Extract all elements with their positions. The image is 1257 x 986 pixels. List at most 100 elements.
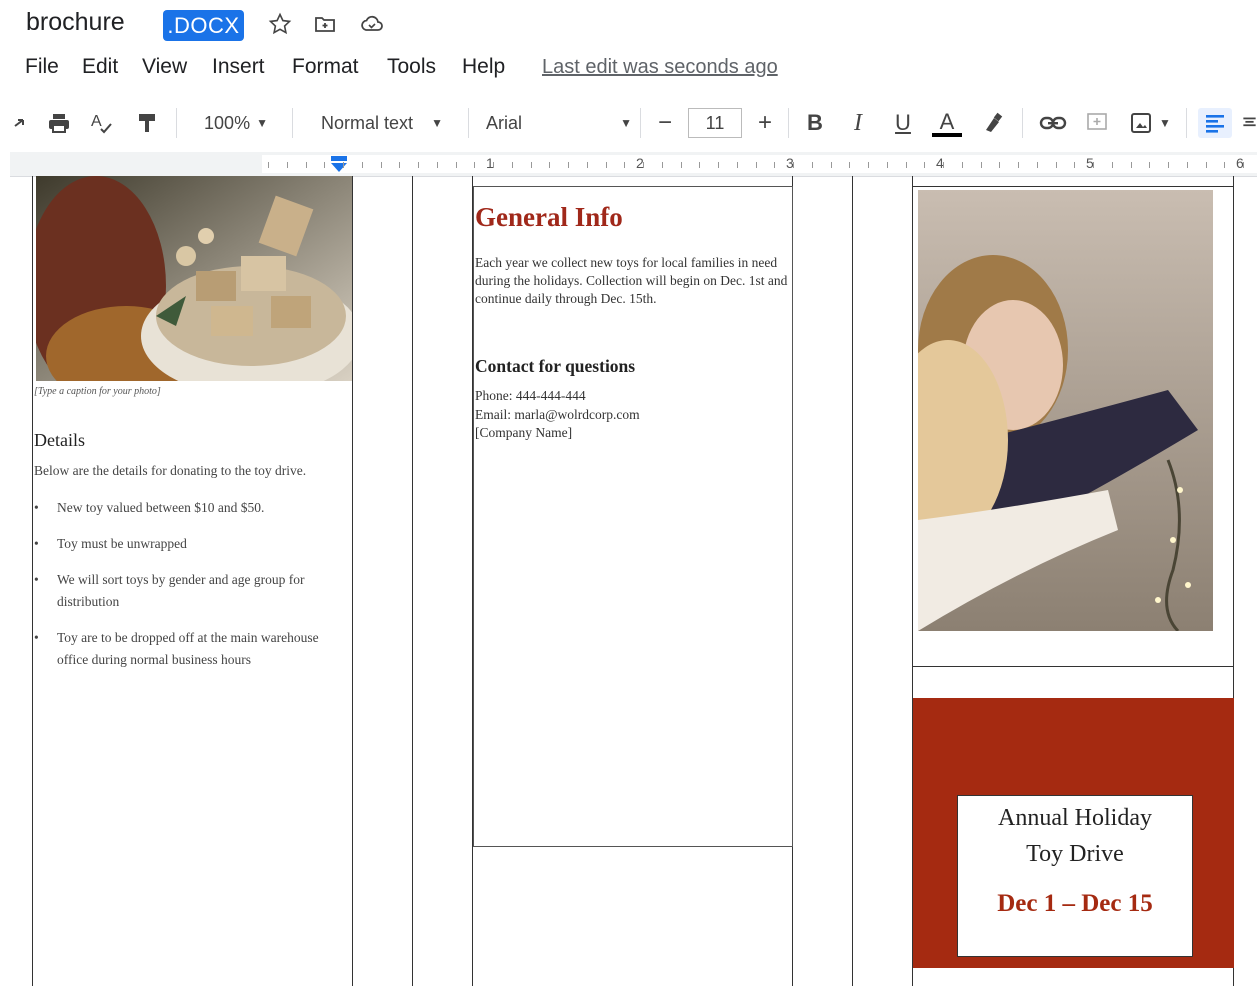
ruler-tick [1243, 162, 1244, 168]
column-border [32, 176, 33, 986]
ruler-tick [681, 162, 682, 168]
align-center-icon[interactable] [1242, 108, 1257, 138]
comment-icon[interactable] [1082, 108, 1112, 138]
italic-button[interactable]: I [843, 108, 873, 138]
ruler-tick [1131, 162, 1132, 168]
column-border [412, 176, 413, 986]
highlight-icon[interactable] [978, 108, 1008, 138]
menu-format[interactable]: Format [292, 55, 359, 79]
font-size-input[interactable]: 11 [688, 108, 742, 138]
cover-title-line: Annual Holiday [998, 805, 1152, 831]
list-item: • New toy valued between $10 and $50. [34, 497, 344, 519]
ruler-tick [512, 162, 513, 168]
cover-title-card: Annual Holiday Toy Drive Dec 1 – Dec 15 [957, 795, 1193, 957]
list-item-text: Toy are to be dropped off at the main wa… [57, 630, 319, 667]
ruler-tick [943, 162, 944, 168]
column-border [352, 176, 353, 986]
ruler-tick [531, 162, 532, 168]
link-icon[interactable] [1036, 108, 1070, 138]
zoom-select[interactable]: 100% ▼ [190, 108, 282, 138]
cover-title-line: Toy Drive [1026, 841, 1124, 867]
ruler-tick [718, 162, 719, 168]
align-left-icon[interactable] [1198, 108, 1232, 138]
contact-email[interactable]: Email: marla@wolrdcorp.com [475, 407, 640, 423]
increase-font-size-button[interactable]: + [750, 108, 780, 138]
font-select[interactable]: Arial ▼ [486, 108, 636, 138]
print-icon[interactable] [44, 108, 74, 138]
paint-format-icon[interactable] [132, 108, 162, 138]
menu-insert[interactable]: Insert [212, 55, 265, 79]
menu-view[interactable]: View [142, 55, 187, 79]
ruler-tick [1149, 162, 1150, 168]
document-title[interactable]: brochure [26, 8, 125, 37]
ruler-tick [793, 162, 794, 168]
ruler-tick [624, 162, 625, 168]
list-item-text: We will sort toys by gender and age grou… [57, 572, 305, 609]
redo-icon[interactable] [8, 108, 34, 138]
general-info-heading: General Info [475, 202, 623, 232]
menu-help[interactable]: Help [462, 55, 505, 79]
ruler-tick [699, 162, 700, 168]
chevron-down-icon: ▼ [1159, 116, 1171, 130]
list-item: • We will sort toys by gender and age gro… [34, 569, 344, 613]
ruler-tick [924, 162, 925, 168]
children-lights-photo[interactable] [918, 190, 1213, 631]
insert-image-icon[interactable]: ▼ [1124, 108, 1176, 138]
list-item: • Toy are to be dropped off at the main w… [34, 627, 344, 671]
ruler-tick [493, 162, 494, 168]
photo-caption[interactable]: [Type a caption for your photo] [34, 386, 161, 397]
list-item-text: New toy valued between $10 and $50. [57, 500, 265, 515]
ruler-tick [737, 162, 738, 168]
ruler-tick [456, 162, 457, 168]
ruler-tick [324, 162, 325, 168]
menu-edit[interactable]: Edit [82, 55, 118, 79]
ruler-tick [568, 162, 569, 168]
indent-marker-icon[interactable] [329, 155, 349, 173]
cover-dates: Dec 1 – Dec 15 [997, 890, 1153, 917]
text-color-letter: A [939, 109, 955, 134]
ruler-tick [606, 162, 607, 168]
paragraph-style-value: Normal text [321, 112, 414, 133]
font-value: Arial [486, 112, 523, 133]
ruler-tick [812, 162, 813, 168]
star-icon[interactable] [266, 10, 294, 38]
file-type-badge: .DOCX [163, 10, 244, 41]
ruler-tick [1224, 162, 1225, 168]
ruler-tick [1168, 162, 1169, 168]
svg-text:A: A [91, 113, 102, 130]
column-border [852, 176, 853, 986]
details-intro: Below are the details for donating to th… [34, 463, 307, 478]
ruler-tick [868, 162, 869, 168]
chevron-down-icon: ▼ [431, 116, 443, 130]
ruler-text-area [262, 155, 1257, 173]
menu-file[interactable]: File [25, 55, 59, 79]
ruler-tick [474, 162, 475, 168]
underline-button[interactable]: U [888, 108, 918, 138]
ruler-tick [774, 162, 775, 168]
toy-basket-photo[interactable] [36, 176, 352, 381]
table-line [912, 666, 1234, 667]
list-item: • Toy must be unwrapped [34, 533, 344, 555]
ruler-tick [437, 162, 438, 168]
contact-phone: Phone: 444-444-444 [475, 388, 586, 403]
chevron-down-icon: ▼ [256, 116, 268, 130]
text-color-button[interactable]: A [929, 108, 965, 138]
menu-tools[interactable]: Tools [387, 55, 436, 79]
cloud-status-icon[interactable] [358, 10, 386, 38]
bold-button[interactable]: B [800, 108, 830, 138]
ruler-tick [756, 162, 757, 168]
last-edit-link[interactable]: Last edit was seconds ago [542, 56, 778, 79]
decrease-font-size-button[interactable]: − [650, 108, 680, 138]
ruler-tick [1093, 162, 1094, 168]
ruler-tick [381, 162, 382, 168]
spellcheck-icon[interactable]: A [87, 108, 117, 138]
table-line [912, 186, 1234, 187]
ruler-tick [549, 162, 550, 168]
move-to-folder-icon[interactable] [311, 10, 339, 38]
paragraph-style-select[interactable]: Normal text ▼ [306, 108, 458, 138]
details-heading: Details [34, 430, 85, 450]
ruler-tick [906, 162, 907, 168]
cover-title: Annual Holiday Toy Drive [958, 800, 1192, 872]
ruler-tick [1018, 162, 1019, 168]
list-item-text: Toy must be unwrapped [57, 536, 187, 551]
